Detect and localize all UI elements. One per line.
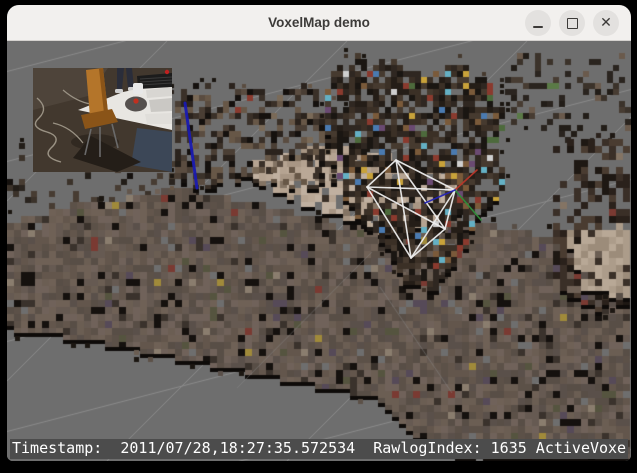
maximize-icon (567, 18, 578, 29)
close-button[interactable]: ✕ (593, 10, 619, 36)
titlebar[interactable]: VoxelMap demo ✕ (7, 5, 631, 41)
camera-inset-image (33, 68, 172, 172)
desktop-background: VoxelMap demo ✕ (0, 0, 637, 473)
app-window: VoxelMap demo ✕ (7, 5, 631, 461)
minimize-button[interactable] (525, 10, 551, 36)
close-icon: ✕ (600, 16, 612, 30)
window-controls: ✕ (525, 10, 619, 36)
3d-viewport[interactable]: Timestamp: 2011/07/28,18:27:35.572534 Ra… (7, 41, 631, 461)
maximize-button[interactable] (559, 10, 585, 36)
status-text: Timestamp: 2011/07/28,18:27:35.572534 Ra… (10, 439, 628, 459)
minimize-icon (533, 26, 543, 28)
